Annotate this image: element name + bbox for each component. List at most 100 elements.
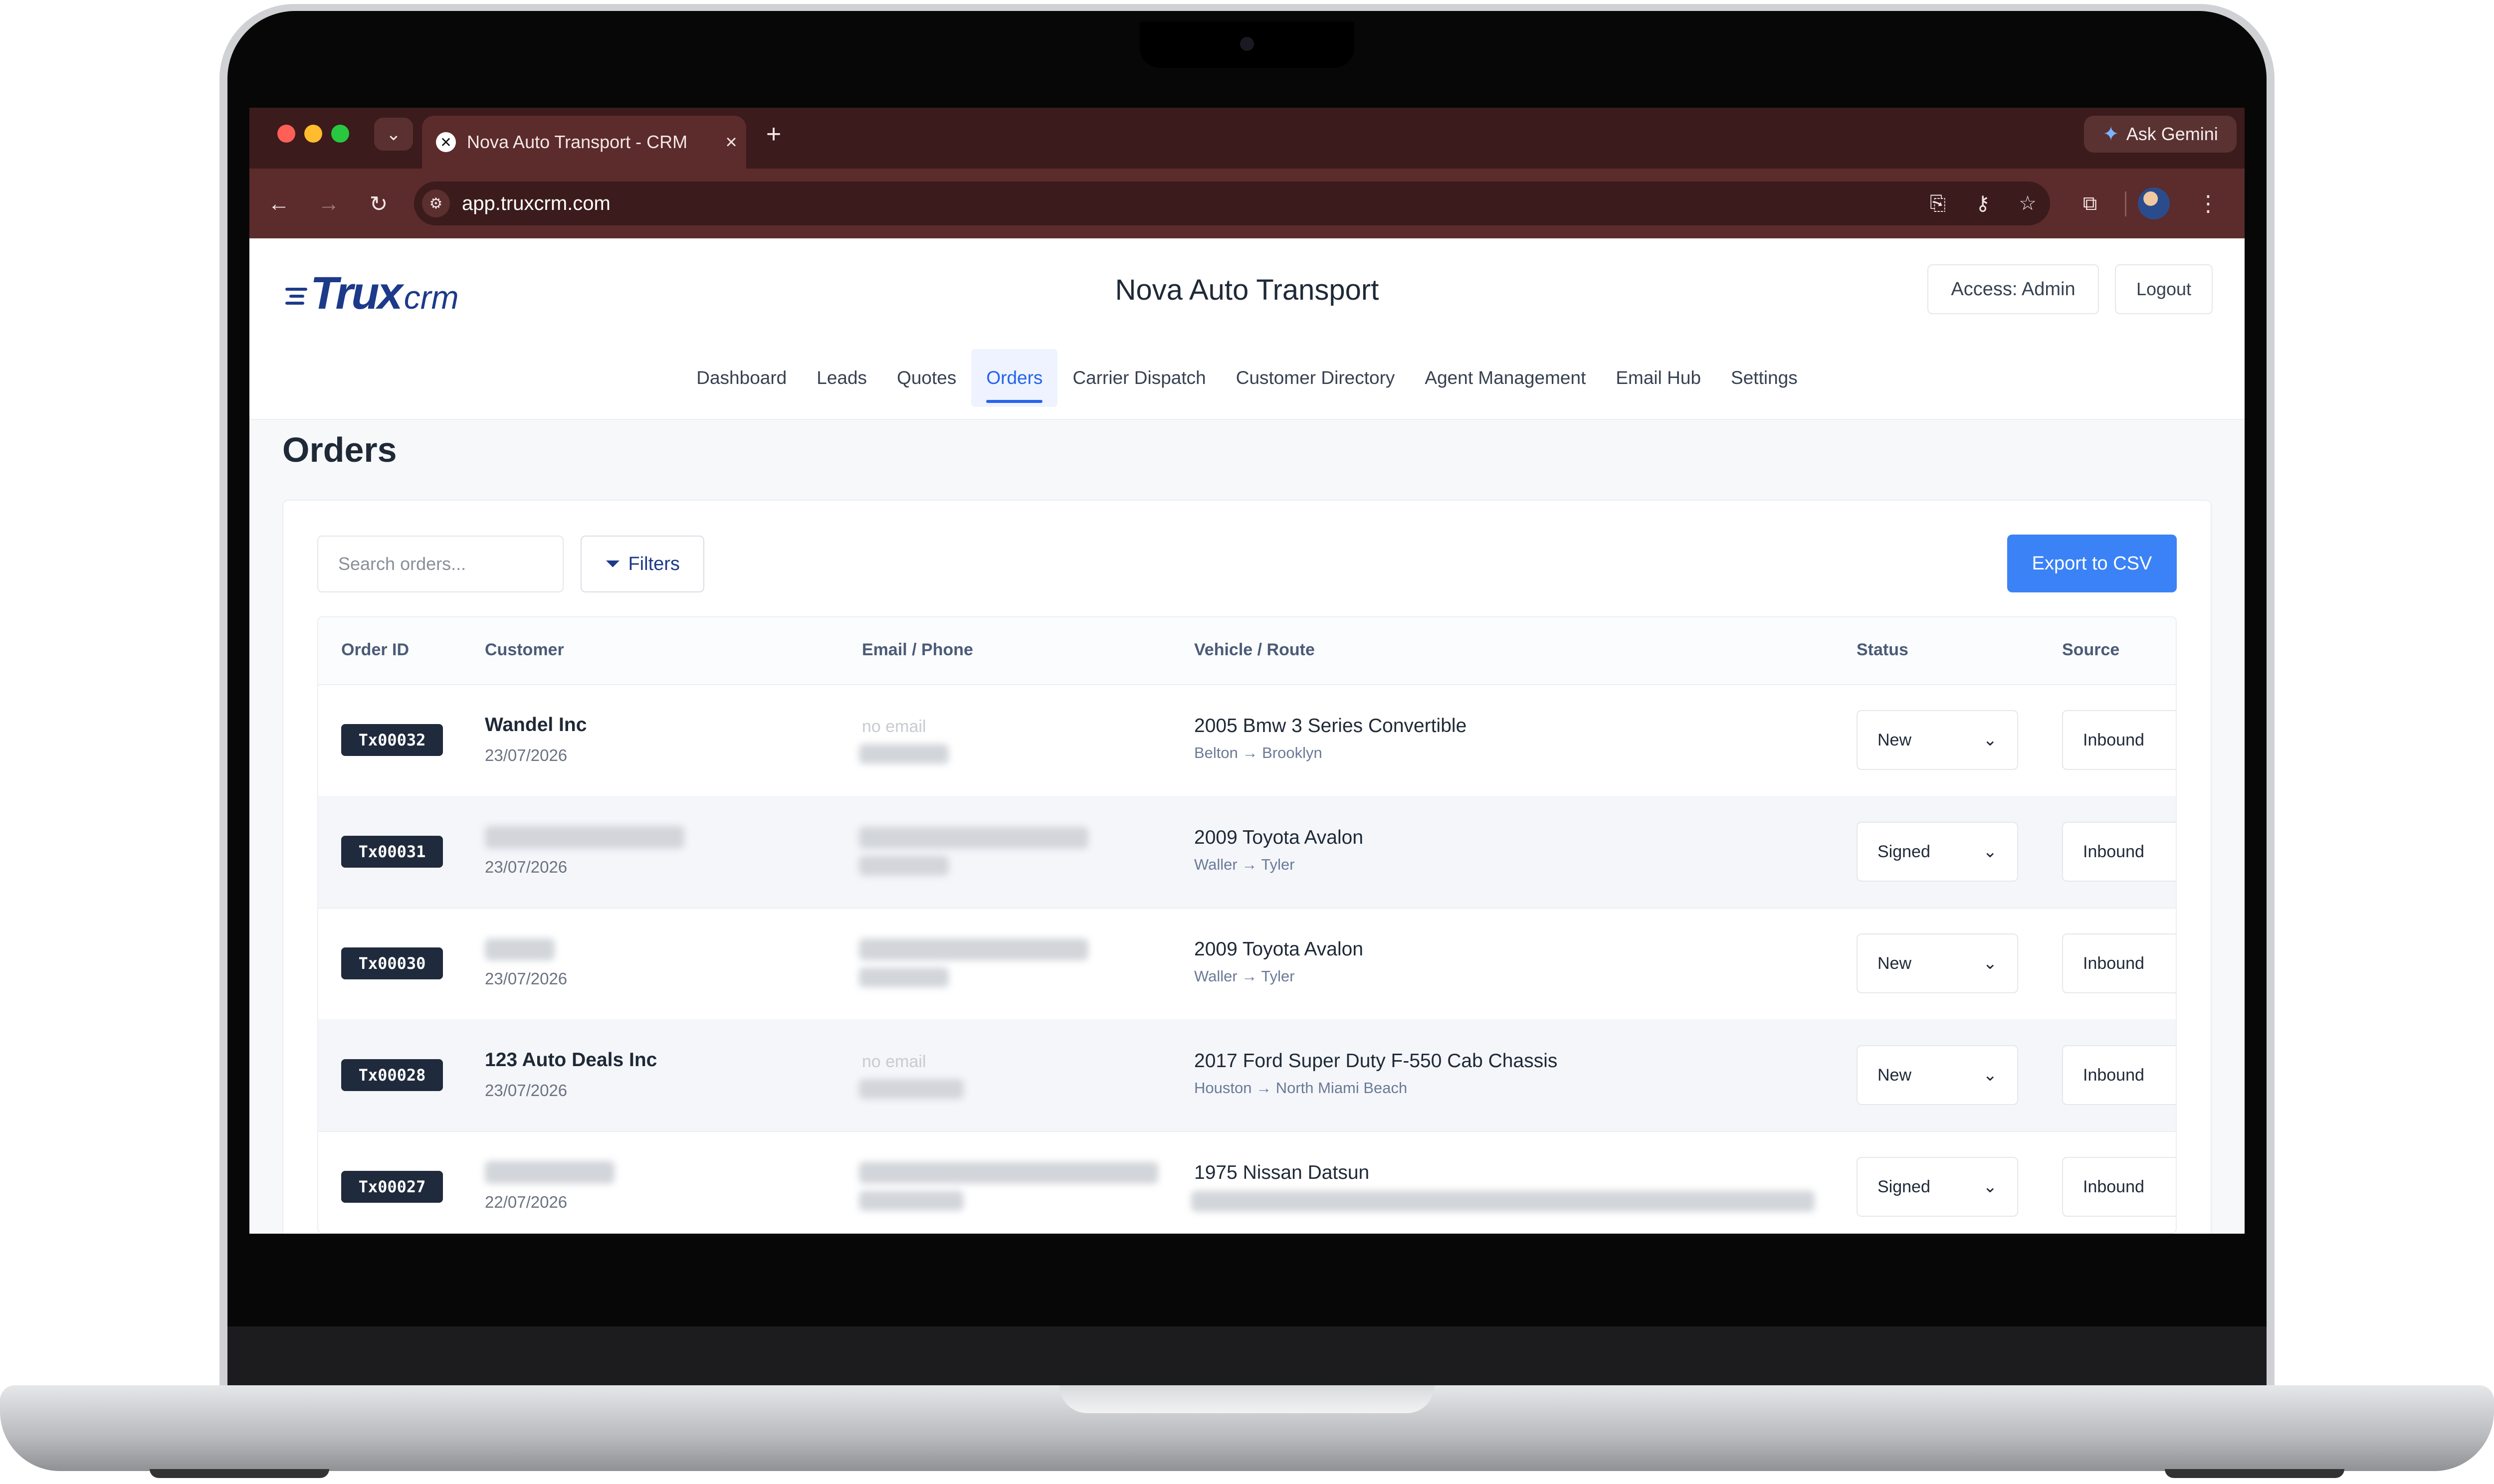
nav-item-leads[interactable]: Leads bbox=[802, 349, 882, 407]
column-header-order-id[interactable]: Order ID bbox=[341, 640, 409, 660]
redacted-customer-name bbox=[485, 826, 684, 849]
export-csv-button[interactable]: Export to CSV bbox=[2007, 535, 2177, 592]
window-minimize-button[interactable] bbox=[304, 125, 322, 143]
page-title: Orders bbox=[282, 430, 397, 469]
laptop-lid-notch bbox=[1059, 1385, 1435, 1413]
table-row[interactable]: Tx00031 23/07/2026 2009 Toyota Avalon Wa… bbox=[318, 796, 2176, 909]
redacted-customer-name bbox=[485, 1161, 615, 1184]
source-value[interactable]: Inbound bbox=[2062, 822, 2176, 882]
vehicle-name: 2009 Toyota Avalon bbox=[1194, 938, 1364, 960]
column-header-customer[interactable]: Customer bbox=[485, 640, 564, 660]
vehicle-name: 1975 Nissan Datsun bbox=[1194, 1162, 1370, 1183]
vehicle-route: Waller → Tyler bbox=[1194, 856, 1295, 873]
column-header-status[interactable]: Status bbox=[1857, 640, 1908, 660]
vehicle-route: Belton → Brooklyn bbox=[1194, 744, 1322, 761]
redacted-phone bbox=[859, 1191, 964, 1211]
column-header-source[interactable]: Source bbox=[2062, 640, 2119, 660]
source-value[interactable]: Inbound bbox=[2062, 1045, 2176, 1105]
source-value[interactable]: Inbound bbox=[2062, 933, 2176, 993]
browser-toolbar: ← → ↻ ⚙ app.truxcrm.com ⎘ ⚷ ☆ ⧉ ⋮ bbox=[249, 169, 2245, 238]
bezel-bottom bbox=[227, 1326, 2267, 1386]
nav-item-quotes[interactable]: Quotes bbox=[882, 349, 971, 407]
laptop-foot-left bbox=[150, 1469, 329, 1478]
url-text[interactable]: app.truxcrm.com bbox=[462, 192, 1915, 215]
gemini-sparkle-icon: ✦ bbox=[2102, 123, 2119, 145]
order-id-badge[interactable]: Tx00028 bbox=[341, 1059, 443, 1091]
install-icon[interactable]: ⎘ bbox=[1915, 192, 1960, 215]
status-value: New bbox=[1877, 953, 1912, 973]
status-value: New bbox=[1877, 1065, 1912, 1085]
logout-button[interactable]: Logout bbox=[2115, 264, 2213, 314]
nav-list: Dashboard Leads Quotes Orders Carrier Di… bbox=[249, 337, 2245, 419]
forward-icon[interactable]: → bbox=[311, 186, 346, 221]
status-value: Signed bbox=[1877, 842, 1930, 861]
status-select[interactable]: New ⌄ bbox=[1857, 710, 2018, 770]
nav-item-settings[interactable]: Settings bbox=[1716, 349, 1813, 407]
redacted-phone bbox=[859, 856, 949, 876]
reload-icon[interactable]: ↻ bbox=[361, 186, 396, 221]
order-id-badge[interactable]: Tx00032 bbox=[341, 724, 443, 756]
chevron-down-icon: ⌄ bbox=[1983, 731, 1998, 749]
status-select[interactable]: Signed ⌄ bbox=[1857, 1157, 2018, 1217]
extensions-icon[interactable]: ⧉ bbox=[2075, 188, 2105, 218]
orders-table: Order ID Customer Email / Phone Vehicle … bbox=[317, 616, 2177, 1234]
order-id-badge[interactable]: Tx00030 bbox=[341, 947, 443, 979]
nav-item-dashboard[interactable]: Dashboard bbox=[681, 349, 802, 407]
funnel-icon: ⏷ bbox=[605, 553, 621, 574]
status-select[interactable]: New ⌄ bbox=[1857, 933, 2018, 993]
screen: ⌄ ✕ Nova Auto Transport - CRM × + ✦ Ask … bbox=[249, 108, 2245, 1234]
main-nav: Dashboard Leads Quotes Orders Carrier Di… bbox=[249, 337, 2245, 420]
order-date: 23/07/2026 bbox=[485, 858, 568, 876]
customer-name: Wandel Inc bbox=[485, 714, 587, 736]
nav-item-agent-management[interactable]: Agent Management bbox=[1410, 349, 1601, 407]
back-icon[interactable]: ← bbox=[261, 186, 296, 221]
order-id-badge[interactable]: Tx00031 bbox=[341, 836, 443, 868]
table-row[interactable]: Tx00027 22/07/2026 1975 Nissan Datsun Si… bbox=[318, 1131, 2176, 1233]
email-value: no email bbox=[862, 1052, 926, 1071]
nav-item-carrier-dispatch[interactable]: Carrier Dispatch bbox=[1057, 349, 1221, 407]
access-level-button[interactable]: Access: Admin bbox=[1927, 264, 2099, 314]
status-select[interactable]: Signed ⌄ bbox=[1857, 822, 2018, 882]
close-icon[interactable]: × bbox=[716, 131, 746, 154]
browser-tab-bar: ⌄ ✕ Nova Auto Transport - CRM × + ✦ Ask … bbox=[249, 108, 2245, 169]
profile-avatar[interactable] bbox=[2138, 187, 2170, 219]
tab-dropdown-icon[interactable]: ⌄ bbox=[374, 118, 413, 151]
toolbar-divider bbox=[2125, 191, 2126, 216]
kebab-menu-icon[interactable]: ⋮ bbox=[2196, 187, 2221, 219]
column-header-email-phone[interactable]: Email / Phone bbox=[862, 640, 973, 660]
tab-title: Nova Auto Transport - CRM bbox=[467, 132, 688, 152]
redacted-email bbox=[859, 938, 1088, 960]
vehicle-route: Waller → Tyler bbox=[1194, 967, 1295, 985]
filters-button[interactable]: ⏷ Filters bbox=[581, 536, 704, 592]
nav-item-email-hub[interactable]: Email Hub bbox=[1601, 349, 1716, 407]
table-row[interactable]: Tx00030 23/07/2026 2009 Toyota Avalon Wa… bbox=[318, 908, 2176, 1020]
order-date: 23/07/2026 bbox=[485, 746, 568, 764]
vehicle-route: Houston → North Miami Beach bbox=[1194, 1079, 1408, 1097]
redacted-phone bbox=[859, 1079, 964, 1099]
search-input[interactable] bbox=[317, 536, 564, 592]
redacted-email bbox=[859, 827, 1088, 849]
site-info-icon[interactable]: ⚙ bbox=[422, 189, 450, 217]
source-value[interactable]: Inbound bbox=[2062, 710, 2176, 770]
redacted-phone bbox=[859, 967, 949, 987]
nav-item-customer-directory[interactable]: Customer Directory bbox=[1221, 349, 1410, 407]
bookmark-star-icon[interactable]: ☆ bbox=[2005, 192, 2050, 215]
source-value[interactable]: Inbound bbox=[2062, 1157, 2176, 1217]
order-date: 22/07/2026 bbox=[485, 1193, 568, 1211]
plus-icon[interactable]: + bbox=[756, 117, 791, 152]
ask-gemini-button[interactable]: ✦ Ask Gemini bbox=[2084, 116, 2237, 153]
address-bar[interactable]: ⚙ app.truxcrm.com ⎘ ⚷ ☆ bbox=[414, 182, 2050, 225]
nav-item-orders[interactable]: Orders bbox=[971, 349, 1058, 407]
table-row[interactable]: Tx00032 Wandel Inc 23/07/2026 no email 2… bbox=[318, 684, 2176, 797]
window-zoom-button[interactable] bbox=[331, 125, 349, 143]
filters-label: Filters bbox=[628, 553, 680, 574]
browser-tab[interactable]: ✕ Nova Auto Transport - CRM × bbox=[422, 116, 746, 169]
window-close-button[interactable] bbox=[277, 125, 295, 143]
password-key-icon[interactable]: ⚷ bbox=[1960, 192, 2005, 215]
status-select[interactable]: New ⌄ bbox=[1857, 1045, 2018, 1105]
table-row[interactable]: Tx00028 123 Auto Deals Inc 23/07/2026 no… bbox=[318, 1019, 2176, 1132]
vehicle-name: 2009 Toyota Avalon bbox=[1194, 827, 1364, 848]
ask-gemini-label: Ask Gemini bbox=[2126, 124, 2218, 144]
column-header-vehicle-route[interactable]: Vehicle / Route bbox=[1194, 640, 1315, 660]
order-id-badge[interactable]: Tx00027 bbox=[341, 1171, 443, 1203]
